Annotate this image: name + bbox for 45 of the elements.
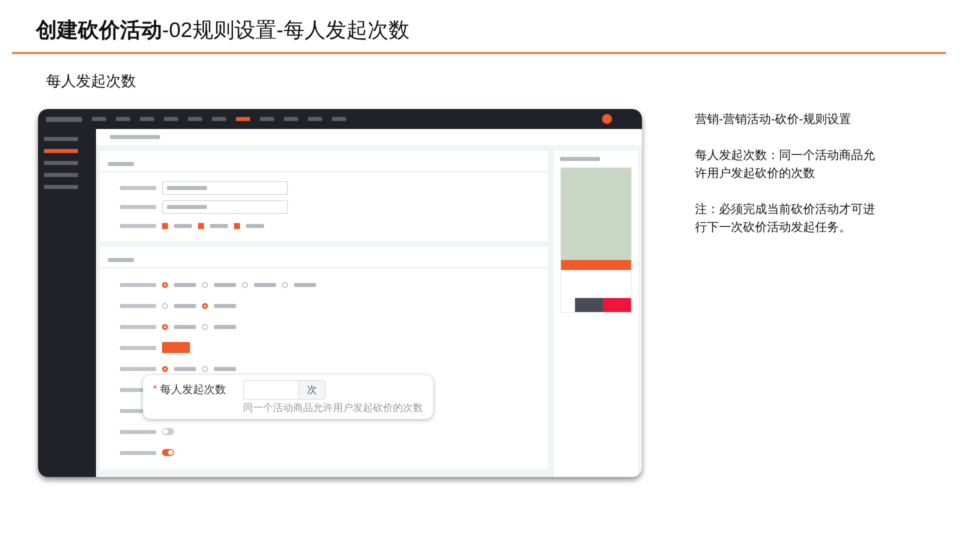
- nav-tab[interactable]: [116, 117, 130, 121]
- nav-tab[interactable]: [140, 117, 154, 121]
- checkbox[interactable]: [198, 222, 204, 228]
- field-hint: 同一个活动商品允许用户发起砍价的次数: [243, 402, 424, 415]
- radio-button[interactable]: [202, 324, 208, 330]
- text-field[interactable]: [162, 200, 288, 214]
- note-text: 营销-营销活动-砍价-规则设置: [695, 111, 852, 128]
- section-heading: 每人发起次数: [46, 72, 137, 91]
- nav-tab[interactable]: [164, 117, 178, 121]
- nav-tab[interactable]: [212, 117, 226, 121]
- sidebar-item[interactable]: [44, 149, 78, 153]
- radio-button[interactable]: [202, 366, 208, 372]
- promo-banner: [561, 260, 631, 270]
- nav-tab[interactable]: [332, 117, 346, 121]
- sidebar-item[interactable]: [44, 137, 78, 141]
- field-label: 每人发起次数: [160, 383, 226, 397]
- radio-button[interactable]: [162, 366, 168, 372]
- radio-button[interactable]: [162, 324, 168, 330]
- add-product-button[interactable]: [162, 342, 190, 353]
- note-text: 注：必须完成当前砍价活动才可进行下一次砍价活动发起任务。: [695, 201, 876, 236]
- nav-tab[interactable]: [188, 117, 202, 121]
- radio-button[interactable]: [162, 302, 168, 308]
- radio-button[interactable]: [162, 282, 168, 288]
- required-mark: *: [153, 384, 157, 396]
- sidebar-item[interactable]: [44, 185, 78, 189]
- checkbox[interactable]: [162, 222, 168, 228]
- nav-tab[interactable]: [284, 117, 298, 121]
- count-field[interactable]: 次: [243, 380, 326, 400]
- nav-tab[interactable]: [308, 117, 322, 121]
- page-title: 创建砍价活动-02规则设置-每人发起次数: [36, 18, 410, 44]
- toggle-switch[interactable]: [162, 449, 174, 456]
- sidebar-item[interactable]: [44, 161, 78, 165]
- text-field[interactable]: [162, 180, 288, 194]
- avatar-icon[interactable]: [602, 114, 612, 124]
- radio-button[interactable]: [202, 282, 208, 288]
- sidebar-item[interactable]: [44, 173, 78, 177]
- radio-button[interactable]: [242, 282, 248, 288]
- radio-button[interactable]: [282, 282, 288, 288]
- nav-tab[interactable]: [260, 117, 274, 121]
- note-text: 每人发起次数：同一个活动商品允许用户发起砍价的次数: [695, 147, 876, 182]
- nav-tab[interactable]: [236, 117, 250, 121]
- radio-button[interactable]: [202, 302, 208, 308]
- nav-tab[interactable]: [92, 117, 106, 121]
- toggle-switch[interactable]: [162, 428, 174, 435]
- checkbox[interactable]: [234, 222, 240, 228]
